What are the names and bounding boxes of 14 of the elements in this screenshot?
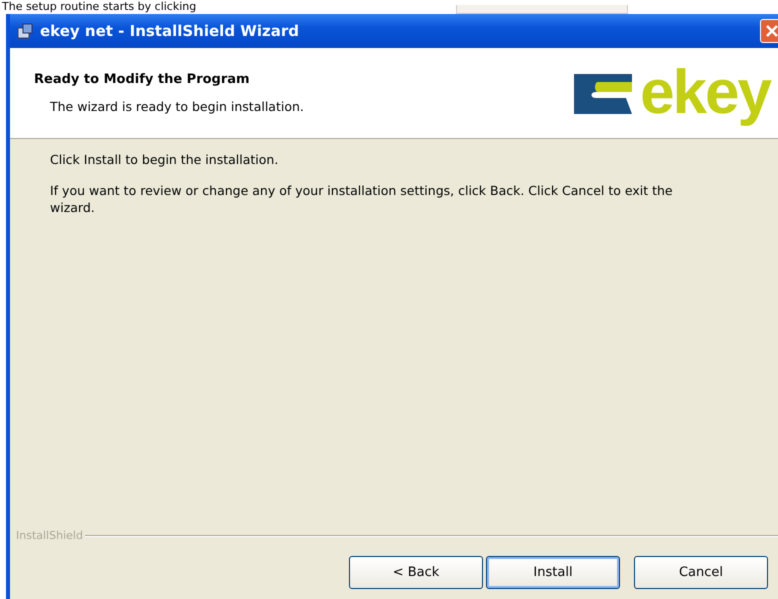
installer-icon (16, 22, 34, 40)
instruction-text: If you want to review or change any of your installation settings, click Back. Click Cancel to exit the wizard. (50, 182, 674, 216)
step-title: Ready to Modify the Program (34, 72, 251, 87)
close-button[interactable] (760, 19, 778, 43)
logo-wordmark: ekey (640, 62, 770, 124)
page-caption: The setup routine starts by clicking (2, 0, 196, 14)
wizard-button[interactable]: Install (486, 556, 620, 589)
instruction-text: Click Install to begin the installation. (50, 151, 280, 168)
wizard-button[interactable]: Cancel (634, 556, 768, 589)
close-icon (765, 24, 778, 38)
window-title: ekey net - InstallShield Wizard (40, 22, 299, 40)
installshield-label: InstallShield (16, 529, 83, 542)
step-subtitle: The wizard is ready to begin installation. (49, 99, 305, 114)
wizard-button[interactable]: < Back (349, 556, 483, 589)
